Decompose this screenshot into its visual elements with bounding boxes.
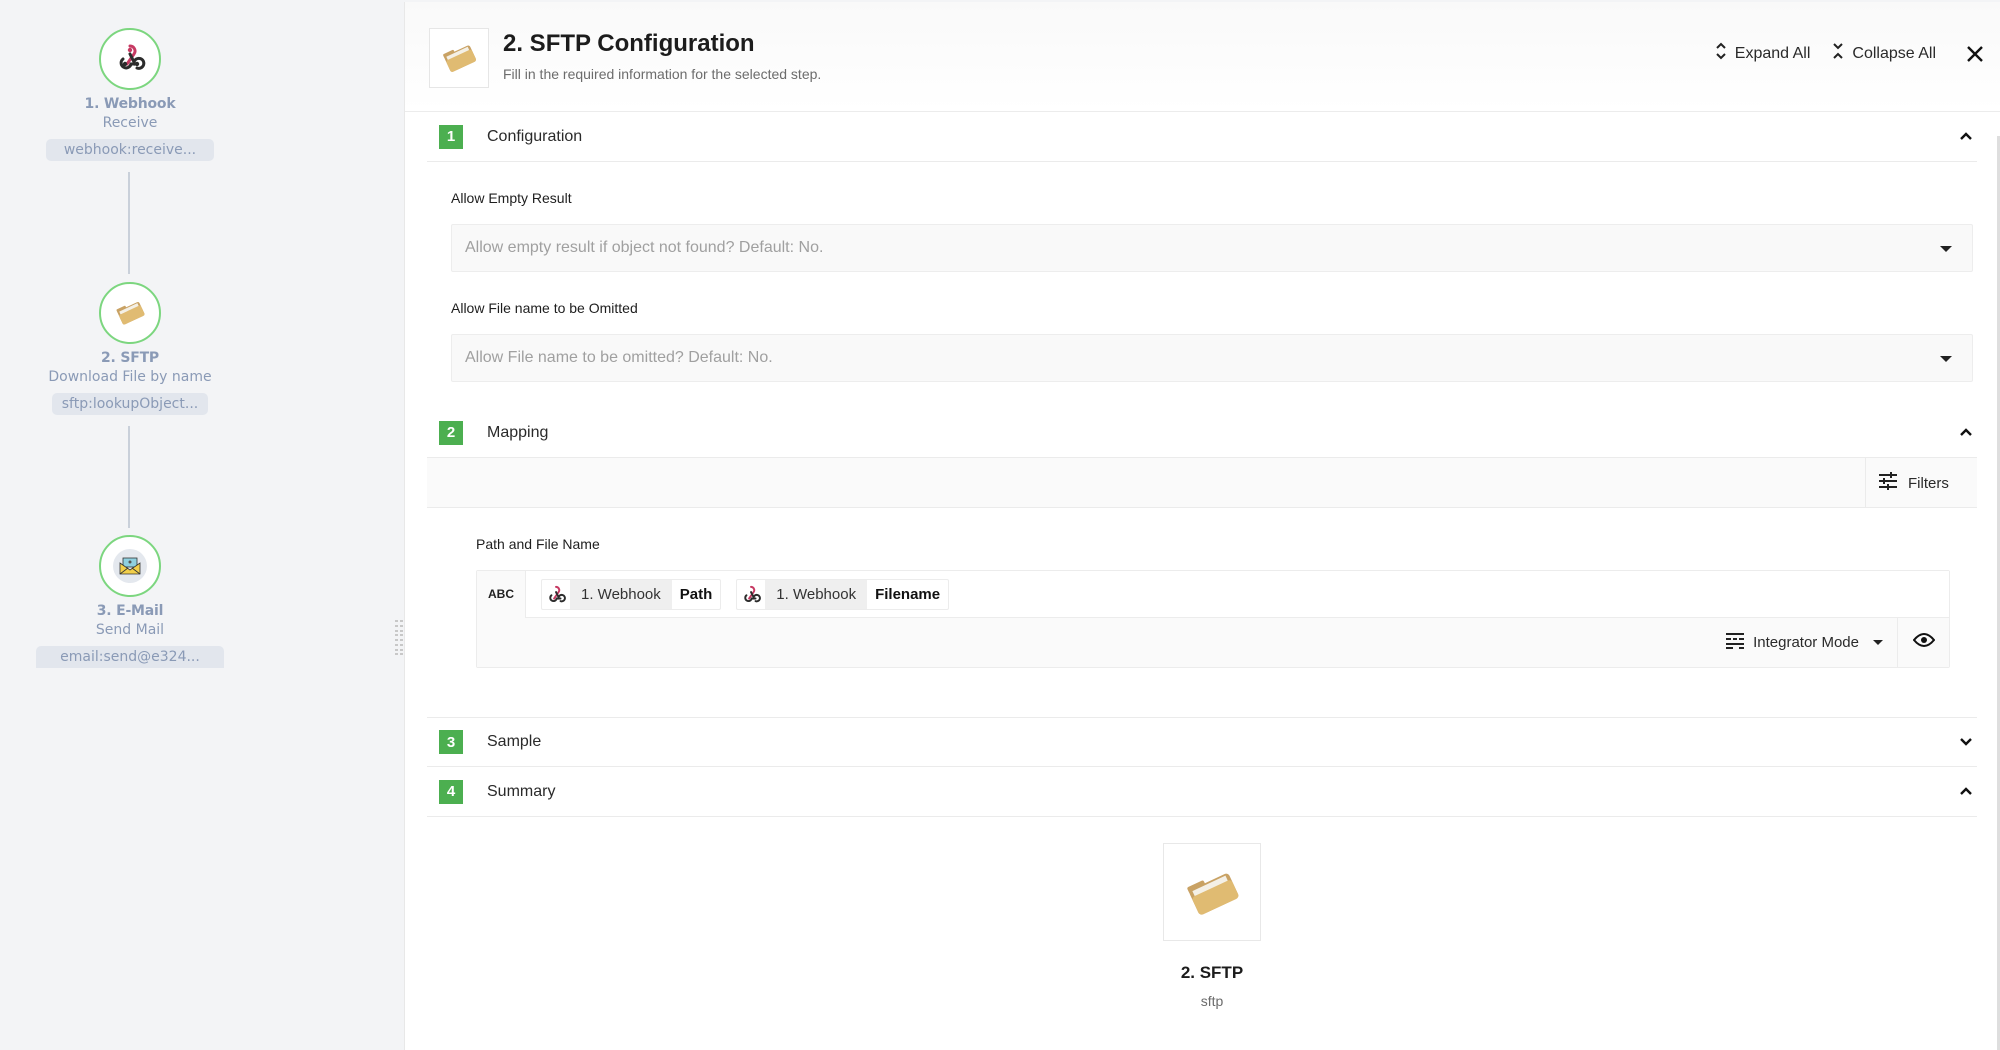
section-title: Sample <box>487 733 542 750</box>
page-subtitle: Fill in the required information for the… <box>503 66 822 82</box>
webhook-icon <box>542 580 570 609</box>
flow-sidebar: 1. Webhook Receive webhook:receive... 2.… <box>0 0 403 1050</box>
flow-node-pill: sftp:lookupObject... <box>51 393 209 415</box>
panel-header: 2. SFTP Configuration Fill in the requir… <box>405 2 2000 112</box>
section-configuration[interactable]: 1 Configuration <box>427 112 1977 162</box>
mapping-token[interactable]: 1. Webhook Path <box>541 578 722 610</box>
field-label: Allow Empty Result <box>451 190 572 206</box>
webhook-icon <box>113 40 147 79</box>
mapper-expression[interactable]: ABC 1. Webhook Path 1. Webhook Filename <box>477 570 1949 618</box>
folder-icon <box>439 36 479 81</box>
chevron-up-icon[interactable] <box>1959 424 1973 442</box>
chevron-down-icon[interactable] <box>1959 734 1973 752</box>
flow-node-title: 3. E-Mail <box>96 603 164 619</box>
field-label: Allow File name to be Omitted <box>451 300 638 316</box>
step-icon <box>429 28 489 88</box>
flow-node-pill: webhook:receive... <box>45 139 215 161</box>
expand-icon <box>1715 42 1727 65</box>
flow-node-circle[interactable] <box>99 535 161 597</box>
flow-node-subtitle: Download File by name <box>48 369 212 385</box>
type-badge: ABC <box>477 570 526 618</box>
flow-node-subtitle: Receive <box>102 115 158 131</box>
token-source: 1. Webhook <box>765 579 868 609</box>
caret-down-icon <box>1940 356 1952 362</box>
summary-step-card <box>1163 843 1261 941</box>
panel-resize-handle[interactable] <box>395 620 403 656</box>
allow-empty-result-select[interactable]: Allow empty result if object not found? … <box>451 224 1973 272</box>
select-placeholder: Allow File name to be omitted? Default: … <box>465 349 773 366</box>
expand-all-button[interactable]: Expand All <box>1715 42 1811 65</box>
collapse-all-label: Collapse All <box>1852 44 1936 62</box>
select-placeholder: Allow empty result if object not found? … <box>465 239 824 256</box>
flow-node-circle[interactable] <box>99 282 161 344</box>
flow-node-webhook[interactable]: 1. Webhook Receive webhook:receive... <box>0 28 260 161</box>
field-label: Path and File Name <box>476 536 600 552</box>
collapse-icon <box>1832 42 1844 65</box>
eye-icon <box>1912 632 1935 653</box>
integrator-mode-dropdown[interactable]: Integrator Mode <box>1725 618 1883 667</box>
folder-icon <box>1181 859 1243 926</box>
summary-step-type: sftp <box>1200 993 1224 1009</box>
flow-node-subtitle: Send Mail <box>95 622 165 638</box>
section-number-badge: 1 <box>439 124 463 149</box>
section-sample[interactable]: 3 Sample <box>427 717 1977 767</box>
flow-connector <box>128 172 130 274</box>
mapper-footer: Integrator Mode <box>477 618 1949 667</box>
filters-label: Filters <box>1908 474 1949 492</box>
flow-connector <box>128 426 130 528</box>
chevron-up-icon[interactable] <box>1959 783 1973 801</box>
preview-button[interactable] <box>1897 618 1949 667</box>
collapse-all-button[interactable]: Collapse All <box>1832 42 1936 65</box>
section-number-badge: 2 <box>439 420 463 445</box>
mapping-toolbar: Filters <box>427 458 1977 508</box>
flow-node-pill: email:send@e324... <box>36 646 224 668</box>
chevron-up-icon[interactable] <box>1959 128 1973 146</box>
token-field: Filename <box>875 585 941 603</box>
flow-node-circle[interactable] <box>99 28 161 90</box>
section-mapping[interactable]: 2 Mapping <box>427 408 1977 458</box>
summary-step-name: 2. SFTP <box>1180 963 1244 982</box>
mapping-token[interactable]: 1. Webhook Filename <box>736 578 950 610</box>
flow-node-title: 2. SFTP <box>101 350 159 366</box>
section-summary[interactable]: 4 Summary <box>427 767 1977 817</box>
section-title: Configuration <box>487 127 583 145</box>
page-title: 2. SFTP Configuration <box>503 30 755 57</box>
flow-node-title: 1. Webhook <box>84 96 176 112</box>
filters-icon <box>1878 472 1898 494</box>
close-icon[interactable] <box>1966 45 1984 63</box>
header-actions: Expand All Collapse All <box>1715 42 1984 65</box>
token-source: 1. Webhook <box>570 579 672 609</box>
section-title: Mapping <box>487 423 549 441</box>
allow-filename-omitted-select[interactable]: Allow File name to be omitted? Default: … <box>451 334 1973 382</box>
path-and-filename-mapper[interactable]: ABC 1. Webhook Path 1. Webhook Filename … <box>476 570 1950 668</box>
filters-button[interactable]: Filters <box>1865 458 1977 508</box>
mode-label: Integrator Mode <box>1753 634 1859 651</box>
token-field: Path <box>679 585 713 603</box>
step-config-panel: 2. SFTP Configuration Fill in the requir… <box>404 2 2000 1050</box>
caret-down-icon <box>1873 640 1883 645</box>
caret-down-icon <box>1940 246 1952 252</box>
section-title: Summary <box>487 782 556 800</box>
webhook-icon <box>737 580 765 609</box>
section-number-badge: 4 <box>439 779 463 804</box>
panel-content: 1 Configuration Allow Empty Result Allow… <box>405 112 2000 1050</box>
flow-node-sftp[interactable]: 2. SFTP Download File by name sftp:looku… <box>0 282 260 415</box>
folder-icon <box>113 294 147 333</box>
section-number-badge: 3 <box>439 730 463 754</box>
mode-icon <box>1725 632 1745 654</box>
expand-all-label: Expand All <box>1734 44 1811 62</box>
envelope-icon <box>113 549 147 583</box>
flow-node-email[interactable]: 3. E-Mail Send Mail email:send@e324... <box>0 535 260 668</box>
